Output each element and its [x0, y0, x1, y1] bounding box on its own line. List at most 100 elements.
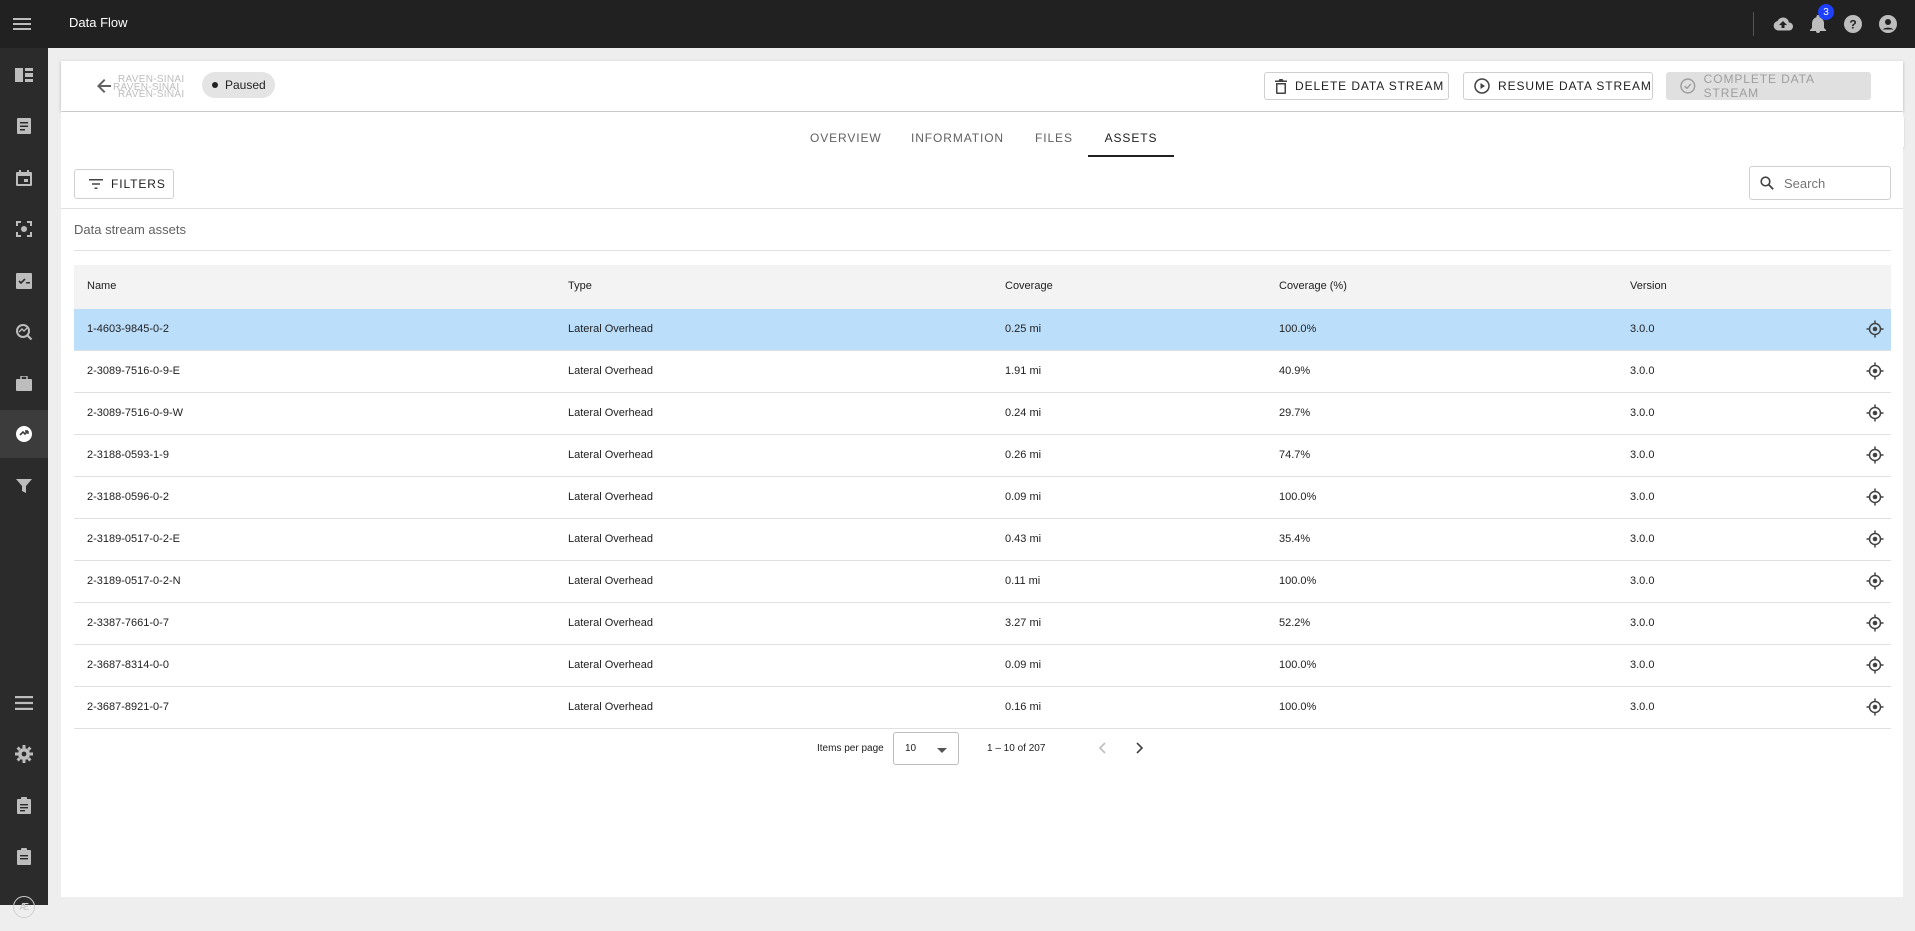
- cell-coverage: 0.09 mi: [1005, 491, 1042, 503]
- delete-label: DELETE DATA STREAM: [1295, 79, 1445, 93]
- view-column-icon[interactable]: [0, 51, 48, 99]
- complete-data-stream-button[interactable]: COMPLETE DATA STREAM: [1666, 72, 1871, 100]
- search-input[interactable]: [1782, 174, 1881, 192]
- tab-overview[interactable]: OVERVIEW: [810, 131, 881, 145]
- cell-coverage: 0.09 mi: [1005, 659, 1042, 671]
- locate-asset-icon[interactable]: [1866, 572, 1884, 590]
- cell-coverage-pct: 29.7%: [1279, 407, 1311, 419]
- page-size-select[interactable]: 10: [893, 732, 959, 765]
- resume-label: RESUME DATA STREAM: [1498, 79, 1652, 93]
- chevron-left-icon: [1098, 742, 1106, 754]
- tab-assets[interactable]: ASSETS: [1103, 131, 1159, 145]
- table-row[interactable]: 2-3089-7516-0-9-W Lateral Overhead 0.24 mi…: [74, 393, 1891, 435]
- assets-table: Name Type Coverage Coverage (%) Version …: [74, 265, 1891, 729]
- cell-type: Lateral Overhead: [568, 323, 653, 335]
- previous-page-button[interactable]: [1092, 738, 1112, 758]
- table-row[interactable]: 2-3387-7661-0-7 Lateral Overhead 3.27 mi 52…: [74, 603, 1891, 645]
- table-row[interactable]: 2-3687-8921-0-7 Lateral Overhead 0.16 mi 10…: [74, 687, 1891, 729]
- resume-data-stream-button[interactable]: RESUME DATA STREAM: [1463, 72, 1653, 100]
- logo-text: Æ: [13, 896, 35, 918]
- cell-coverage: 0.16 mi: [1005, 701, 1042, 713]
- cell-name: 2-3189-0517-0-2-N: [87, 575, 181, 587]
- scan-icon[interactable]: [0, 205, 48, 253]
- locate-asset-icon[interactable]: [1866, 362, 1884, 380]
- table-row[interactable]: 2-3188-0593-1-9 Lateral Overhead 0.26 mi 74…: [74, 435, 1891, 477]
- search-icon: [1760, 176, 1774, 190]
- clipboard-icon[interactable]: [0, 781, 48, 829]
- active-tab-indicator: [1088, 155, 1174, 157]
- cell-name: 2-3188-0593-1-9: [87, 449, 169, 461]
- table-row[interactable]: 2-3089-7516-0-9-E Lateral Overhead 1.91 mi…: [74, 351, 1891, 393]
- cell-coverage: 0.24 mi: [1005, 407, 1042, 419]
- check-circle-icon: [1680, 78, 1696, 94]
- locate-asset-icon[interactable]: [1866, 446, 1884, 464]
- side-navigation: Æ: [0, 48, 48, 918]
- tab-information[interactable]: INFORMATION: [911, 131, 1003, 145]
- account-icon[interactable]: [1876, 12, 1900, 36]
- items-per-page-label: Items per page: [817, 743, 884, 754]
- checklist-icon[interactable]: [0, 257, 48, 305]
- cell-version: 3.0.0: [1630, 449, 1655, 461]
- cell-version: 3.0.0: [1630, 533, 1655, 545]
- topbar-divider: [1753, 12, 1754, 36]
- cell-version: 3.0.0: [1630, 617, 1655, 629]
- cell-type: Lateral Overhead: [568, 491, 653, 503]
- locate-asset-icon[interactable]: [1866, 698, 1884, 716]
- map-search-icon[interactable]: [0, 308, 48, 356]
- cell-type: Lateral Overhead: [568, 533, 653, 545]
- filter-funnel-icon[interactable]: [0, 462, 48, 510]
- cell-type: Lateral Overhead: [568, 407, 653, 419]
- table-row[interactable]: 2-3188-0596-0-2 Lateral Overhead 0.09 mi 10…: [74, 477, 1891, 519]
- brand-logo: Æ: [0, 883, 48, 931]
- cell-name: 2-3687-8921-0-7: [87, 701, 169, 713]
- cell-version: 3.0.0: [1630, 323, 1655, 335]
- briefcase-icon[interactable]: [0, 359, 48, 407]
- column-header-coverage[interactable]: Coverage: [1005, 280, 1053, 292]
- top-app-bar: Data Flow 3 ?: [0, 0, 1915, 48]
- cell-name: 2-3387-7661-0-7: [87, 617, 169, 629]
- caret-down-icon: [937, 748, 947, 753]
- column-header-name[interactable]: Name: [87, 280, 116, 292]
- complete-label: COMPLETE DATA STREAM: [1703, 72, 1815, 100]
- locate-asset-icon[interactable]: [1866, 530, 1884, 548]
- data-flow-icon[interactable]: [0, 410, 48, 458]
- locate-asset-icon[interactable]: [1866, 614, 1884, 632]
- locate-asset-icon[interactable]: [1866, 404, 1884, 422]
- paginator: Items per page 10 1 – 10 of 207: [61, 731, 1903, 765]
- column-header-version[interactable]: Version: [1630, 280, 1667, 292]
- next-page-button[interactable]: [1130, 738, 1150, 758]
- locate-asset-icon[interactable]: [1866, 656, 1884, 674]
- table-body: 1-4603-9845-0-2 Lateral Overhead 0.25 mi 10…: [74, 309, 1891, 729]
- section-title: Data stream assets: [74, 222, 186, 237]
- cell-name: 2-3188-0596-0-2: [87, 491, 169, 503]
- column-header-coverage-pct[interactable]: Coverage (%): [1279, 280, 1347, 292]
- back-arrow-icon[interactable]: [94, 76, 114, 96]
- table-row[interactable]: 2-3189-0517-0-2-E Lateral Overhead 0.43 mi…: [74, 519, 1891, 561]
- cell-name: 2-3089-7516-0-9-W: [87, 407, 183, 419]
- document-icon[interactable]: [0, 102, 48, 150]
- tab-files[interactable]: FILES: [1035, 131, 1072, 145]
- table-row[interactable]: 2-3687-8314-0-0 Lateral Overhead 0.09 mi 10…: [74, 645, 1891, 687]
- filters-button[interactable]: FILTERS: [74, 169, 174, 199]
- cell-name: 2-3089-7516-0-9-E: [87, 365, 180, 377]
- cell-coverage-pct: 35.4%: [1279, 533, 1311, 545]
- calendar-icon[interactable]: [0, 154, 48, 202]
- search-field[interactable]: [1749, 166, 1891, 200]
- settings-icon[interactable]: [0, 730, 48, 778]
- help-icon[interactable]: ?: [1841, 12, 1865, 36]
- status-label: Paused: [225, 78, 266, 92]
- list-icon[interactable]: [0, 679, 48, 727]
- page-range-label: 1 – 10 of 207: [987, 743, 1046, 754]
- table-row[interactable]: 1-4603-9845-0-2 Lateral Overhead 0.25 mi 10…: [74, 309, 1891, 351]
- table-row[interactable]: 2-3189-0517-0-2-N Lateral Overhead 0.11 mi…: [74, 561, 1891, 603]
- menu-icon[interactable]: [10, 12, 34, 36]
- cell-version: 3.0.0: [1630, 575, 1655, 587]
- locate-asset-icon[interactable]: [1866, 320, 1884, 338]
- delete-data-stream-button[interactable]: DELETE DATA STREAM: [1264, 72, 1449, 100]
- locate-asset-icon[interactable]: [1866, 488, 1884, 506]
- status-badge: Paused: [202, 72, 275, 98]
- clipboard-list-icon[interactable]: [0, 832, 48, 880]
- cloud-upload-icon[interactable]: [1771, 12, 1795, 36]
- table-header: Name Type Coverage Coverage (%) Version: [74, 265, 1891, 309]
- column-header-type[interactable]: Type: [568, 280, 592, 292]
